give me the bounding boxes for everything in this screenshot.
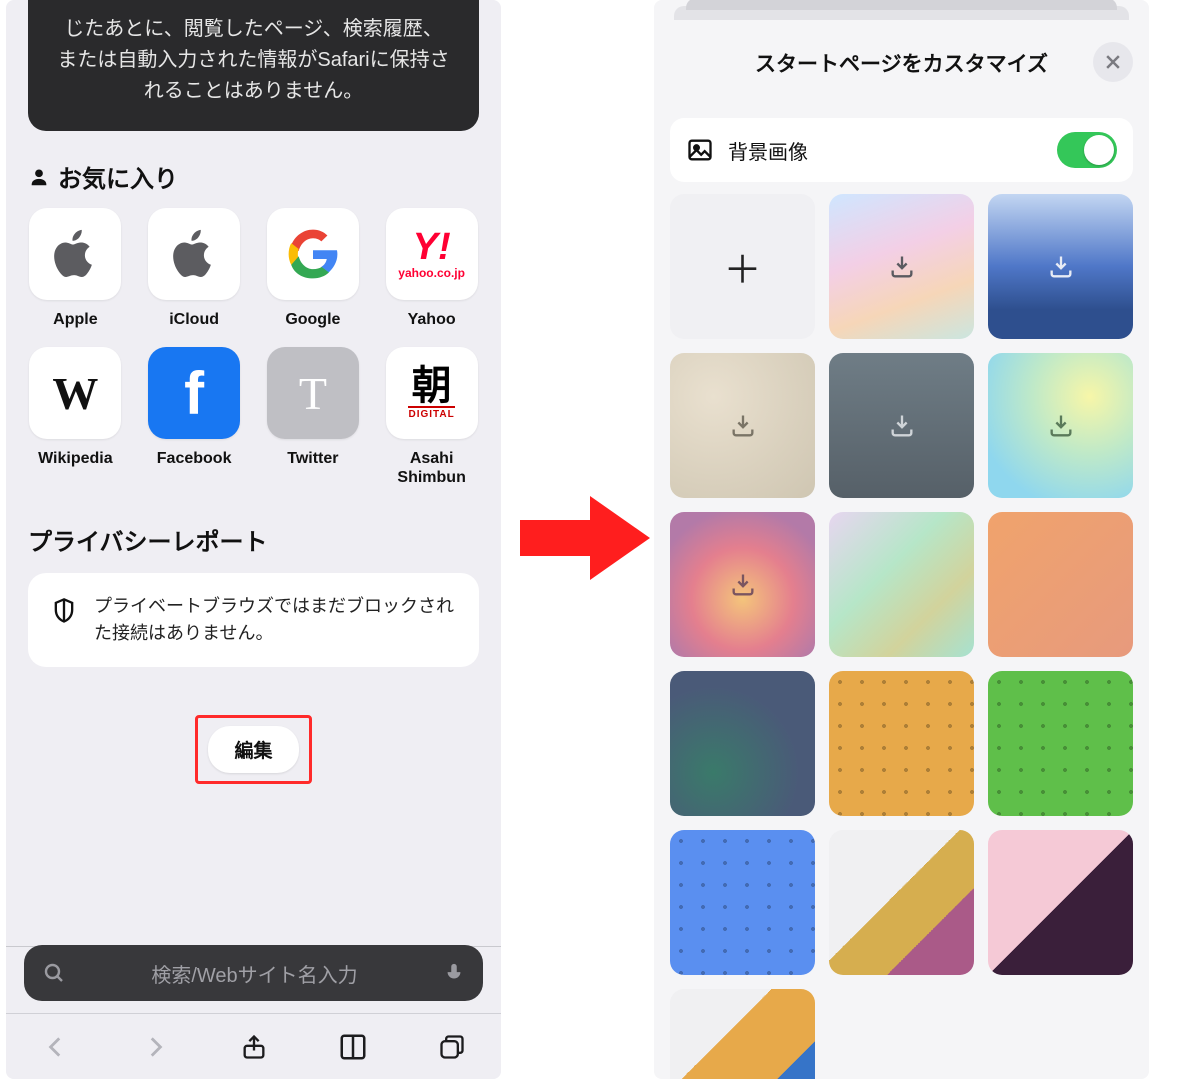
favorite-icloud[interactable]: iCloud (147, 208, 242, 329)
favorite-label: Apple (28, 310, 123, 329)
address-search-bar[interactable]: 検索/Webサイト名入力 (24, 945, 483, 1001)
background-image-row: 背景画像 (670, 118, 1133, 182)
twitter-t-icon: T (299, 367, 327, 420)
download-icon (724, 407, 762, 445)
arrow-annotation (520, 490, 650, 586)
sheet-title: スタートページをカスタマイズ (755, 48, 1048, 78)
download-icon (724, 566, 762, 604)
add-wallpaper-button[interactable]: ＋ (670, 194, 815, 339)
favorite-label: Google (266, 310, 361, 329)
shield-icon (50, 597, 78, 625)
back-button[interactable] (39, 1030, 73, 1064)
bookmarks-button[interactable] (336, 1030, 370, 1064)
download-icon (883, 248, 921, 286)
privacy-report-heading: プライバシーレポート (28, 522, 479, 557)
asahi-logo-icon: 朝 (412, 366, 452, 406)
privacy-report-card[interactable]: プライベートブラウズではまだブロックされた接続はありません。 (28, 573, 479, 667)
wallpaper-option[interactable] (670, 512, 815, 657)
download-icon (883, 407, 921, 445)
favorite-label: Asahi Shimbun (384, 449, 479, 487)
download-icon (1042, 248, 1080, 286)
customize-sheet: スタートページをカスタマイズ 背景画像 ＋ (654, 20, 1149, 1079)
download-icon (1042, 407, 1080, 445)
facebook-f-icon: f (184, 359, 204, 428)
favorite-label: Facebook (147, 449, 242, 468)
google-g-icon (287, 228, 339, 280)
favorite-label: Wikipedia (28, 449, 123, 468)
wallpaper-option[interactable] (829, 512, 974, 657)
forward-button[interactable] (138, 1030, 172, 1064)
favorite-wikipedia[interactable]: W Wikipedia (28, 347, 123, 487)
sheet-header: スタートページをカスタマイズ (654, 20, 1149, 106)
wallpaper-option[interactable] (829, 671, 974, 816)
background-image-toggle[interactable] (1057, 132, 1117, 168)
favorite-yahoo[interactable]: Y! yahoo.co.jp Yahoo (384, 208, 479, 329)
favorite-asahi[interactable]: 朝 DIGITAL Asahi Shimbun (384, 347, 479, 487)
wallpaper-option[interactable] (670, 671, 815, 816)
favorite-label: Twitter (266, 449, 361, 468)
private-browsing-banner: じたあとに、閲覧したページ、検索履歴、または自動入力された情報がSafariに保… (28, 0, 479, 131)
wallpaper-option[interactable] (829, 194, 974, 339)
wallpaper-option[interactable] (988, 512, 1133, 657)
tabs-button[interactable] (435, 1030, 469, 1064)
image-icon (686, 136, 714, 164)
wallpaper-option[interactable] (829, 830, 974, 975)
favorite-twitter[interactable]: T Twitter (266, 347, 361, 487)
asahi-digital-label: DIGITAL (408, 406, 454, 420)
microphone-icon[interactable] (443, 962, 465, 984)
bottom-toolbar (6, 1013, 501, 1079)
customize-start-page-screen: スタートページをカスタマイズ 背景画像 ＋ (654, 0, 1149, 1079)
share-button[interactable] (237, 1030, 271, 1064)
plus-icon: ＋ (723, 239, 761, 294)
close-button[interactable] (1093, 42, 1133, 82)
favorite-label: Yahoo (384, 310, 479, 329)
wallpaper-option[interactable] (988, 830, 1133, 975)
sheet-stacked-background (674, 6, 1129, 20)
wikipedia-w-icon: W (52, 367, 98, 420)
favorites-grid: Apple iCloud (28, 208, 479, 488)
background-image-label: 背景画像 (728, 136, 1043, 165)
edit-highlight-annotation: 編集 (195, 715, 311, 784)
wallpaper-option[interactable] (988, 671, 1133, 816)
favorite-apple[interactable]: Apple (28, 208, 123, 329)
person-icon (28, 166, 50, 188)
yahoo-y-icon: Y! (413, 228, 451, 266)
safari-start-page-screen: じたあとに、閲覧したページ、検索履歴、または自動入力された情報がSafariに保… (6, 0, 501, 1079)
wallpaper-option[interactable] (988, 194, 1133, 339)
search-icon (42, 961, 66, 985)
wallpaper-option[interactable] (670, 353, 815, 498)
favorites-heading: お気に入り (28, 159, 479, 194)
privacy-report-body: プライベートブラウズではまだブロックされた接続はありません。 (94, 593, 457, 647)
wallpaper-option[interactable] (829, 353, 974, 498)
apple-logo-icon (48, 227, 102, 281)
edit-button[interactable]: 編集 (208, 726, 298, 773)
wallpaper-option[interactable] (670, 989, 815, 1079)
favorite-google[interactable]: Google (266, 208, 361, 329)
search-placeholder: 検索/Webサイト名入力 (80, 959, 429, 988)
wallpaper-option[interactable] (988, 353, 1133, 498)
wallpaper-option[interactable] (670, 830, 815, 975)
wallpaper-grid: ＋ (670, 194, 1133, 1079)
yahoo-domain-label: yahoo.co.jp (398, 266, 465, 280)
favorite-facebook[interactable]: f Facebook (147, 347, 242, 487)
close-icon (1103, 52, 1123, 72)
privacy-report-heading-label: プライバシーレポート (28, 522, 268, 557)
favorite-label: iCloud (147, 310, 242, 329)
apple-logo-icon (167, 227, 221, 281)
favorites-heading-label: お気に入り (58, 159, 178, 194)
